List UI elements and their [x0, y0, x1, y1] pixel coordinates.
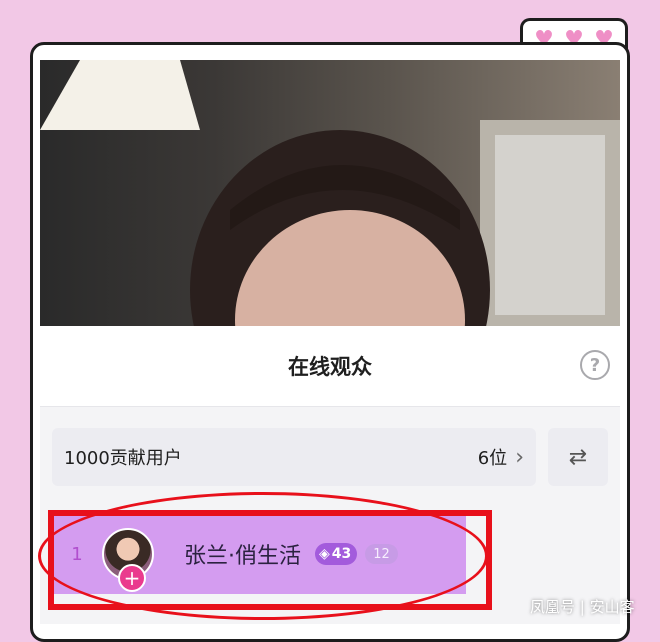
watermark: 凤凰号 | 安山客: [530, 598, 635, 616]
stream-photo: [40, 60, 620, 326]
chevron-right-icon: ›: [515, 444, 524, 470]
annotation-box: [48, 510, 492, 610]
swap-button[interactable]: ⇄: [548, 428, 608, 486]
stream-photo-art: [40, 60, 620, 326]
question-circle-icon[interactable]: ?: [580, 350, 610, 380]
panel-header: 在线观众 ?: [40, 326, 620, 406]
divider: [40, 406, 620, 407]
swap-icon: ⇄: [568, 444, 588, 470]
contributors-count: 6位: [477, 448, 508, 469]
contributors-label: 1000贡献用户: [64, 448, 182, 469]
panel-title: 在线观众: [288, 355, 372, 379]
contributors-row[interactable]: 1000贡献用户 6位 ›: [52, 428, 536, 486]
